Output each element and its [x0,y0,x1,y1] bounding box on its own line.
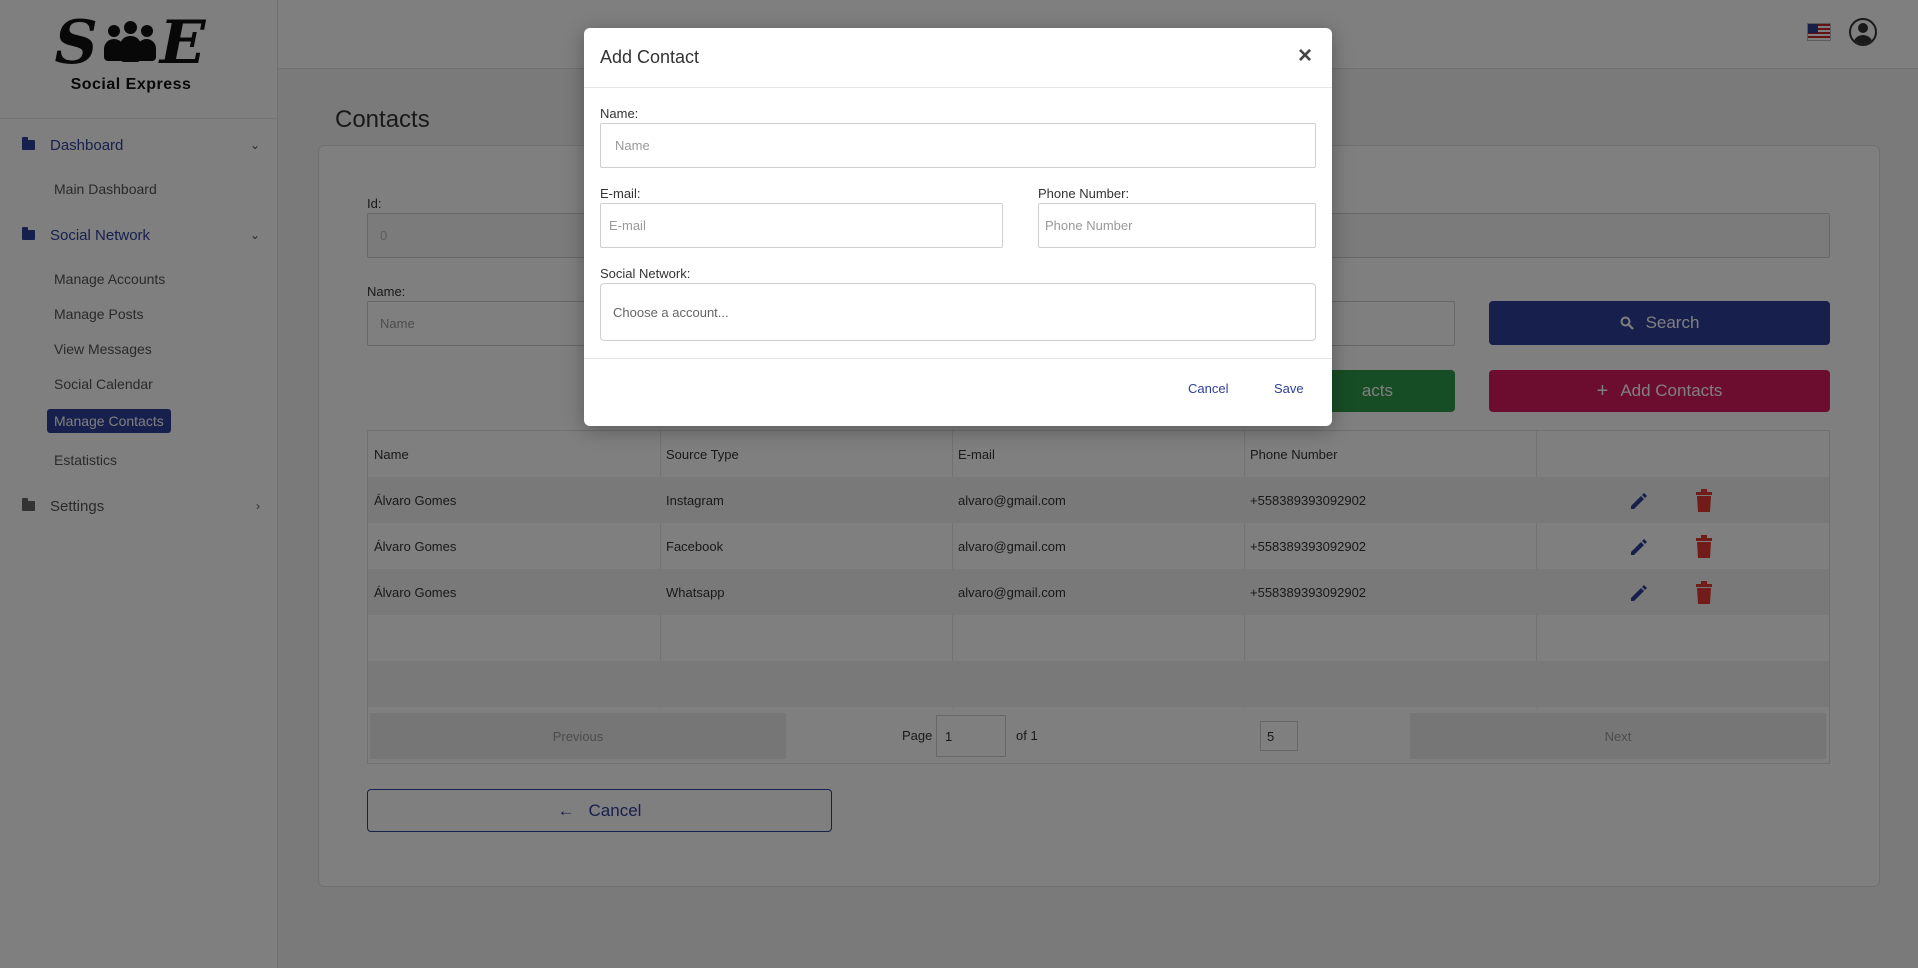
modal-footer-divider [584,358,1332,359]
modal-phone-input[interactable]: Phone Number [1038,203,1316,248]
modal-cancel-button[interactable]: Cancel [1188,381,1228,396]
modal-email-label: E-mail: [600,186,641,201]
add-contact-modal: Add Contact × Name: Name E-mail: E-mail … [584,28,1332,426]
modal-name-label: Name: [600,106,639,121]
modal-social-label: Social Network: [600,266,691,281]
modal-header-divider [584,87,1332,88]
modal-email-input[interactable]: E-mail [600,203,1003,248]
close-icon[interactable]: × [1298,42,1312,70]
modal-title: Add Contact [600,47,700,67]
modal-social-select[interactable]: Choose a account... [600,283,1316,341]
modal-save-button[interactable]: Save [1274,381,1304,396]
modal-phone-label: Phone Number: [1038,186,1130,201]
modal-name-input[interactable]: Name [600,123,1316,168]
